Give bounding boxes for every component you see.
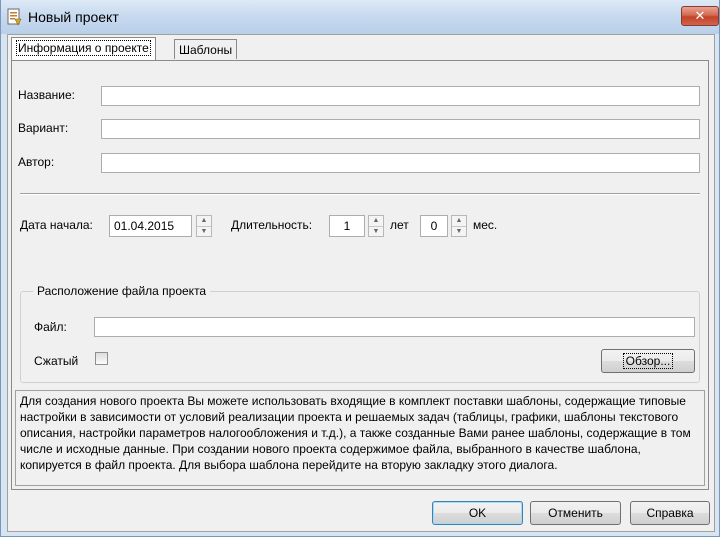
file-location-group: Расположение файла проекта Файл: Сжатый … — [20, 284, 700, 383]
tab-label: Шаблоны — [179, 43, 233, 57]
start-date-spinner[interactable]: ▲ ▼ — [196, 215, 212, 237]
spin-down-icon[interactable]: ▼ — [197, 226, 211, 237]
spin-down-icon[interactable]: ▼ — [452, 226, 466, 237]
spin-up-icon[interactable]: ▲ — [197, 216, 211, 226]
years-input[interactable] — [329, 215, 365, 237]
years-unit-label: лет — [390, 218, 409, 232]
window-title: Новый проект — [28, 9, 119, 25]
help-button-label: Справка — [646, 506, 694, 520]
close-icon: ✕ — [694, 8, 706, 23]
dialog-window: Новый проект ✕ Информация о проекте Шабл… — [0, 0, 720, 537]
spin-up-icon[interactable]: ▲ — [452, 216, 466, 226]
tab-label: Информация о проекте — [16, 40, 151, 56]
ok-button[interactable]: OK — [432, 501, 523, 525]
tab-templates[interactable]: Шаблоны — [174, 39, 238, 59]
browse-button[interactable]: Обзор... — [601, 349, 695, 373]
months-unit-label: мес. — [473, 218, 498, 232]
cancel-button-label: Отменить — [548, 506, 603, 520]
duration-label: Длительность: — [231, 218, 313, 232]
title-bar[interactable]: Новый проект ✕ — [1, 0, 719, 34]
months-input[interactable] — [420, 215, 448, 237]
cancel-button[interactable]: Отменить — [530, 501, 621, 525]
name-input[interactable] — [101, 86, 700, 106]
project-file-icon — [7, 8, 22, 26]
ok-button-label: OK — [468, 506, 487, 520]
author-input[interactable] — [101, 153, 700, 173]
file-path-input[interactable] — [94, 317, 695, 337]
years-spinner[interactable]: ▲ ▼ — [368, 215, 384, 237]
browse-button-label: Обзор... — [622, 353, 674, 369]
start-date-input[interactable] — [109, 215, 192, 237]
help-button[interactable]: Справка — [630, 501, 710, 525]
months-spinner[interactable]: ▲ ▼ — [451, 215, 467, 237]
start-date-label: Дата начала: — [20, 218, 93, 232]
separator — [20, 193, 700, 195]
name-label: Название: — [18, 88, 75, 102]
author-label: Автор: — [18, 155, 55, 169]
compressed-checkbox[interactable] — [95, 352, 108, 365]
button-bar: OK Отменить Справка — [8, 490, 712, 531]
tab-panel-project-info: Название: Вариант: Автор: Дата начала: ▲… — [11, 60, 709, 490]
variant-input[interactable] — [101, 119, 700, 139]
variant-label: Вариант: — [18, 121, 69, 135]
file-label: Файл: — [34, 320, 67, 334]
spin-up-icon[interactable]: ▲ — [369, 216, 383, 226]
compressed-label: Сжатый — [34, 354, 79, 368]
close-button[interactable]: ✕ — [681, 6, 719, 26]
dialog-client: Информация о проекте Шаблоны Название: В… — [7, 34, 715, 532]
tab-project-info[interactable]: Информация о проекте — [11, 37, 156, 61]
info-text: Для создания нового проекта Вы можете ис… — [15, 390, 705, 486]
group-title: Расположение файла проекта — [33, 284, 211, 298]
spin-down-icon[interactable]: ▼ — [369, 226, 383, 237]
